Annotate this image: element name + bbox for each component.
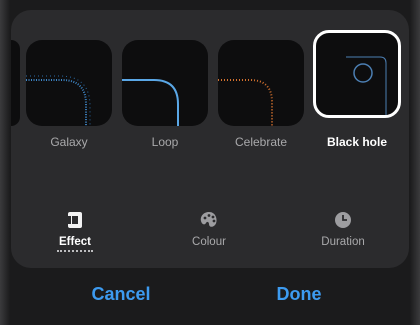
tab-effect[interactable]: Effect (30, 210, 120, 252)
effect-thumbnail-loop[interactable] (122, 40, 208, 126)
tab-colour-label: Colour (192, 236, 226, 248)
effect-thumbnail-black-hole[interactable] (313, 30, 401, 118)
clock-icon (335, 212, 351, 228)
galaxy-preview-icon (26, 75, 91, 126)
device-edge-left (0, 0, 10, 325)
tab-effect-indicator (57, 250, 93, 252)
effect-label-black-hole: Black hole (326, 135, 388, 149)
tab-effect-label: Effect (59, 236, 91, 248)
done-button[interactable]: Done (229, 284, 369, 305)
effect-thumbnail-celebrate[interactable] (218, 40, 304, 126)
celebrate-preview-icon (218, 79, 273, 126)
effect-label-celebrate: Celebrate (234, 135, 288, 149)
effect-icon (68, 212, 82, 228)
effect-label-galaxy: Galaxy (50, 135, 88, 149)
effect-thumbnail-partial[interactable] (11, 40, 20, 126)
loop-preview-icon (122, 79, 179, 126)
tab-duration[interactable]: Duration (298, 210, 388, 248)
black-hole-preview-icon (346, 56, 387, 115)
tab-duration-label: Duration (321, 236, 365, 248)
tab-colour[interactable]: Colour (164, 210, 254, 248)
effect-label-loop: Loop (151, 135, 179, 149)
effect-thumbnail-galaxy[interactable] (26, 40, 112, 126)
edge-lighting-style-panel: Galaxy Loop Celebrate Black hole Effect (11, 10, 409, 268)
palette-icon (200, 212, 217, 227)
device-edge-right (410, 0, 420, 325)
cancel-button[interactable]: Cancel (51, 284, 191, 305)
